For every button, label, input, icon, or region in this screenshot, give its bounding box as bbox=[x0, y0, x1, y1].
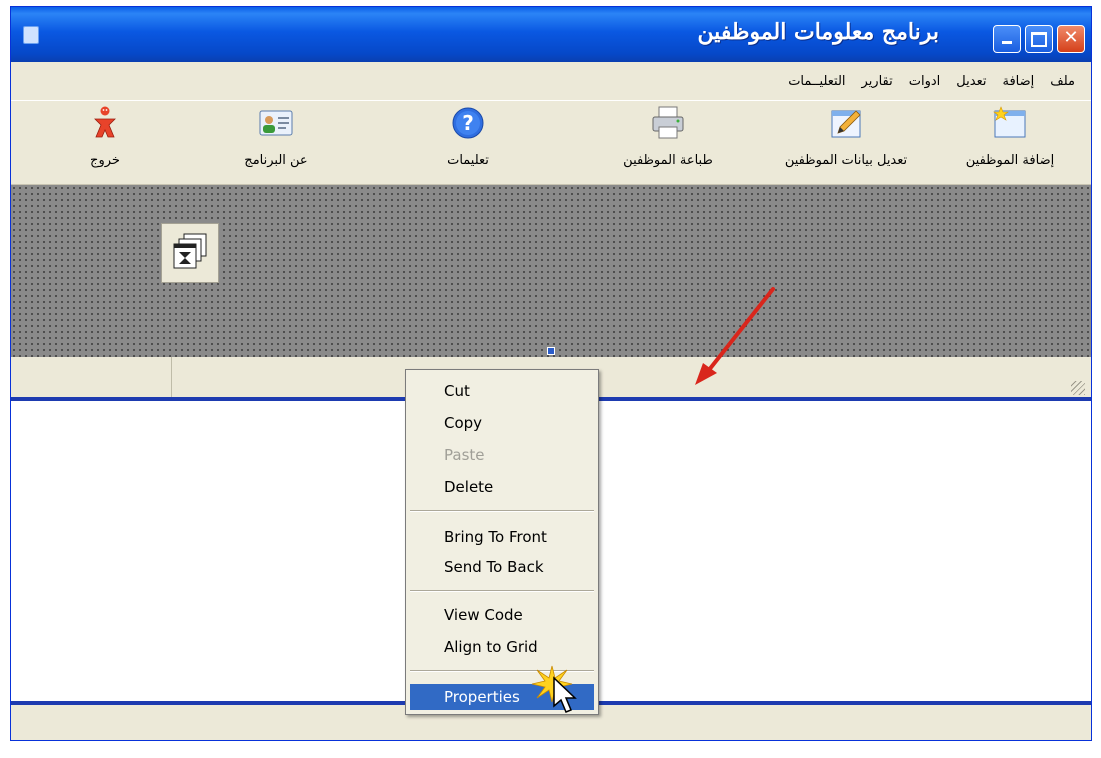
ctx-send-to-back[interactable]: Send To Back bbox=[410, 554, 594, 580]
ctx-paste: Paste bbox=[444, 446, 485, 464]
ctx-view-code[interactable]: View Code bbox=[410, 602, 594, 628]
ctx-separator bbox=[410, 510, 594, 512]
ctx-delete[interactable]: Delete bbox=[410, 474, 594, 500]
ctx-copy[interactable]: Copy bbox=[410, 410, 594, 436]
ctx-align-to-grid[interactable]: Align to Grid bbox=[410, 634, 594, 660]
mouse-cursor-icon bbox=[553, 676, 577, 713]
ctx-separator bbox=[410, 590, 594, 592]
ctx-bring-to-front[interactable]: Bring To Front bbox=[410, 524, 594, 550]
ctx-cut[interactable]: Cut bbox=[410, 378, 594, 404]
